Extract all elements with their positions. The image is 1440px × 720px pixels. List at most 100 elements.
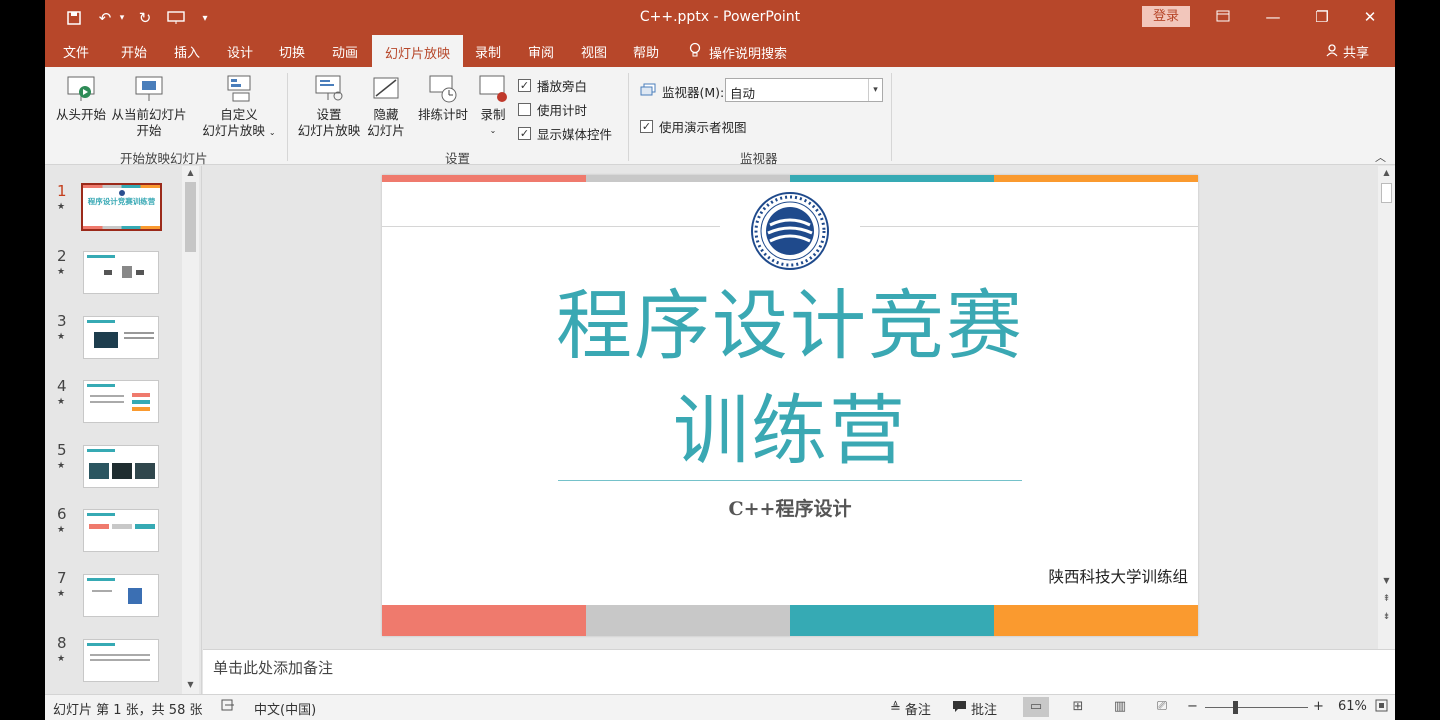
animation-star-icon: ★ [57, 654, 66, 664]
setup-slideshow-button[interactable]: 设置 幻灯片放映 [295, 73, 363, 139]
close-button[interactable]: ✕ [1355, 6, 1385, 28]
reading-view-button[interactable]: ▥ [1107, 697, 1133, 717]
tab-review[interactable]: 审阅 [528, 42, 554, 61]
restore-button[interactable]: ❐ [1307, 6, 1337, 28]
slide-thumbnail-2[interactable] [83, 251, 159, 294]
show-media-controls-label: 显示媒体控件 [537, 127, 613, 142]
slide-thumbnail-4[interactable] [83, 380, 159, 423]
presenter-view-checkbox[interactable]: ✓ 使用演示者视图 [640, 117, 747, 136]
use-timings-checkbox[interactable]: 使用计时 [518, 100, 587, 119]
group-separator [287, 73, 288, 161]
slide-editor: 程序设计竞赛 训练营 C++程序设计 陕西科技大学训练组 [203, 166, 1378, 649]
hide-slide-button[interactable]: 隐藏 幻灯片 [363, 73, 409, 139]
tab-design[interactable]: 设计 [227, 42, 253, 61]
slide-thumbnail-1[interactable]: 程序设计竞赛训练营 [81, 183, 162, 231]
tab-help[interactable]: 帮助 [633, 42, 659, 61]
slide-title-line-1[interactable]: 程序设计竞赛 [382, 280, 1198, 372]
start-group-label: 开始放映幻灯片 [120, 151, 208, 166]
scrollbar-thumb[interactable] [1381, 183, 1392, 203]
bottom-bar-red [382, 605, 586, 636]
bottom-bar-orange [994, 605, 1198, 636]
top-bar-teal [790, 175, 994, 182]
animation-star-icon: ★ [57, 267, 66, 277]
group-separator [891, 73, 892, 161]
rehearse-timings-label: 排练计时 [417, 107, 468, 122]
play-narrations-checkbox[interactable]: ✓ 播放旁白 [518, 76, 587, 95]
language-indicator[interactable]: 中文(中国) [254, 699, 316, 718]
slide-thumbnail-6[interactable] [83, 509, 159, 552]
scroll-up-icon[interactable]: ▲ [182, 168, 199, 177]
rehearse-timings-icon [427, 73, 459, 105]
collapse-ribbon-icon[interactable]: ︿ [1375, 149, 1386, 165]
title-underline [558, 480, 1022, 481]
ribbon-display-icon[interactable] [1208, 6, 1238, 28]
slide-thumbnail-7[interactable] [83, 574, 159, 617]
from-current-button[interactable]: 从当前幻灯片 开始 [109, 73, 189, 139]
setup-slideshow-icon [313, 73, 345, 105]
zoom-out-button[interactable]: − [1187, 699, 1198, 714]
slide-thumbnail-3[interactable] [83, 316, 159, 359]
top-bar-red [382, 175, 586, 182]
zoom-in-button[interactable]: + [1313, 699, 1324, 714]
tell-me-search[interactable]: 操作说明搜索 [689, 42, 787, 62]
thumbnails-scrollbar[interactable]: ▲ ▼ [182, 166, 199, 694]
show-media-controls-checkbox[interactable]: ✓ 显示媒体控件 [518, 124, 612, 143]
slideshow-view-button[interactable]: ⎚ [1149, 697, 1175, 717]
share-button[interactable]: 共享 [1325, 42, 1369, 61]
notes-placeholder: 单击此处添加备注 [213, 659, 334, 677]
tab-insert[interactable]: 插入 [174, 42, 200, 61]
from-beginning-button[interactable]: 从头开始 [53, 73, 109, 123]
monitor-select[interactable]: 自动 ▾ [725, 78, 883, 102]
slide-sorter-view-button[interactable]: ⊞ [1065, 697, 1091, 717]
rehearse-timings-button[interactable]: 排练计时 [416, 73, 470, 123]
animation-star-icon: ★ [57, 202, 66, 212]
zoom-level[interactable]: 61% [1338, 699, 1367, 714]
spelling-check-icon[interactable] [221, 699, 235, 712]
scroll-down-icon[interactable]: ▼ [1378, 576, 1395, 585]
zoom-slider[interactable] [1205, 707, 1308, 708]
presenter-view-label: 使用演示者视图 [659, 120, 747, 135]
record-button[interactable]: 录制 ⌄ [475, 73, 511, 139]
tab-animations[interactable]: 动画 [332, 42, 358, 61]
previous-slide-icon[interactable]: ⇞ [1378, 594, 1395, 604]
slide-thumbnail-5[interactable] [83, 445, 159, 488]
notes-pane[interactable]: 单击此处添加备注 [203, 649, 1395, 694]
next-slide-icon[interactable]: ⇟ [1378, 612, 1395, 622]
setup-slideshow-label-1: 设置 [316, 107, 342, 122]
slide-organization[interactable]: 陕西科技大学训练组 [1048, 565, 1188, 587]
comments-toggle-button[interactable]: 批注 [952, 699, 997, 718]
play-from-start-icon [65, 73, 97, 105]
scroll-down-icon[interactable]: ▼ [182, 680, 199, 689]
custom-slideshow-button[interactable]: 自定义 幻灯片放映 ⌄ [198, 73, 280, 141]
tab-transitions[interactable]: 切换 [279, 42, 305, 61]
play-narrations-label: 播放旁白 [537, 79, 588, 94]
chevron-down-icon: ⌄ [268, 128, 276, 137]
current-slide[interactable]: 程序设计竞赛 训练营 C++程序设计 陕西科技大学训练组 [382, 175, 1198, 636]
scrollbar-thumb[interactable] [185, 182, 196, 252]
checkbox-box: ✓ [640, 120, 653, 133]
tab-view[interactable]: 视图 [581, 42, 607, 61]
mini-logo [119, 190, 125, 196]
checkbox-box: ✓ [518, 79, 531, 92]
normal-view-button[interactable]: ▭ [1023, 697, 1049, 717]
tab-file[interactable]: 文件 [63, 42, 89, 61]
play-from-current-icon [133, 73, 165, 105]
scroll-up-icon[interactable]: ▲ [1378, 168, 1395, 177]
record-icon [477, 73, 509, 105]
slide-thumbnail-8[interactable] [83, 639, 159, 682]
fit-to-window-icon[interactable] [1375, 699, 1388, 712]
header-line-right [860, 226, 1198, 227]
editor-scrollbar[interactable]: ▲ ▼ ⇞ ⇟ [1378, 166, 1395, 649]
zoom-slider-knob[interactable] [1233, 701, 1238, 714]
animation-star-icon: ★ [57, 461, 66, 471]
tab-home[interactable]: 开始 [121, 42, 147, 61]
minimize-button[interactable]: — [1258, 6, 1288, 28]
tab-slideshow[interactable]: 幻灯片放映 [372, 35, 464, 67]
slide-title-line-2[interactable]: 训练营 [382, 385, 1198, 477]
from-current-label-1: 从当前幻灯片 [111, 107, 187, 122]
slide-info: 幻灯片 第 1 张，共 58 张 [53, 703, 203, 718]
login-button[interactable]: 登录 [1142, 6, 1190, 27]
notes-toggle-button[interactable]: ≜ 备注 [890, 699, 931, 718]
tab-record[interactable]: 录制 [475, 42, 501, 61]
slide-subtitle[interactable]: C++程序设计 [382, 494, 1198, 521]
